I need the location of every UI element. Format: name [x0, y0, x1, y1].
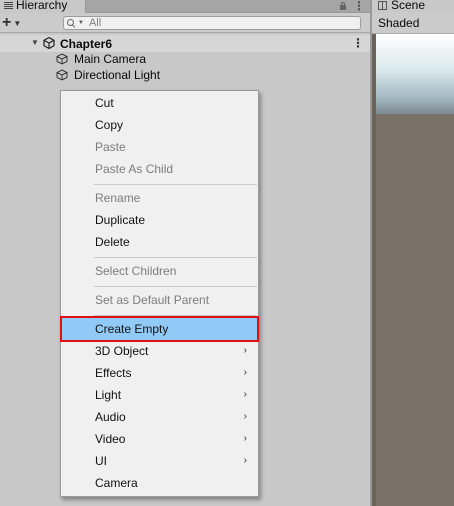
- menu-item-camera[interactable]: Camera: [62, 472, 257, 494]
- menu-item-duplicate[interactable]: Duplicate: [62, 209, 257, 231]
- lock-icon[interactable]: [339, 2, 347, 10]
- unity-scene-icon: [43, 37, 55, 49]
- menu-item-label: Paste: [95, 140, 126, 154]
- panel-menu-icon[interactable]: ⋮: [353, 0, 365, 12]
- menu-item-delete[interactable]: Delete: [62, 231, 257, 253]
- scene-panel: Scene Shaded: [372, 0, 454, 506]
- menu-item-label: Effects: [95, 366, 132, 380]
- foldout-arrow-icon[interactable]: ▼: [31, 38, 39, 47]
- chevron-down-icon: ▼: [13, 18, 22, 28]
- menu-separator: [94, 257, 257, 258]
- menu-item-paste-as-child[interactable]: Paste As Child: [62, 158, 257, 180]
- menu-item-label: Create Empty: [95, 322, 169, 336]
- scene-row[interactable]: ▼ Chapter6 ⋮: [0, 35, 370, 52]
- menu-separator: [94, 286, 257, 287]
- add-button[interactable]: + ▼: [2, 15, 28, 31]
- context-menu: Cut Copy Paste Paste As Child Rename Dup…: [60, 90, 259, 497]
- item-label: Main Camera: [74, 52, 147, 66]
- shading-mode-dropdown[interactable]: Shaded: [378, 16, 419, 30]
- menu-item-label: Camera: [95, 476, 138, 490]
- list-icon: [4, 1, 13, 9]
- hierarchy-tab-label: Hierarchy: [16, 0, 68, 12]
- menu-item-label: Audio: [95, 410, 126, 424]
- plus-icon: +: [2, 14, 12, 31]
- scene-toolbar: Shaded: [372, 13, 454, 34]
- chevron-right-icon: ›: [243, 345, 247, 356]
- menu-item-label: Delete: [95, 235, 130, 249]
- menu-item-select-children[interactable]: Select Children: [62, 260, 257, 282]
- scene-tab-bar: Scene: [372, 0, 454, 13]
- menu-item-effects[interactable]: Effects ›: [62, 362, 257, 384]
- menu-item-label: 3D Object: [95, 344, 149, 358]
- menu-item-label: Copy: [95, 118, 124, 132]
- hierarchy-toolbar: + ▼ ▼ All: [0, 13, 370, 33]
- hierarchy-item-directional-light[interactable]: Directional Light: [56, 67, 160, 83]
- menu-item-label: Video: [95, 432, 126, 446]
- item-label: Directional Light: [74, 68, 161, 82]
- menu-item-3d-object[interactable]: 3D Object ›: [62, 340, 257, 362]
- grid-icon: [378, 0, 387, 10]
- menu-item-label: Set as Default Parent: [95, 293, 210, 307]
- menu-item-label: Cut: [95, 96, 114, 110]
- menu-item-set-default-parent[interactable]: Set as Default Parent: [62, 289, 257, 311]
- hierarchy-tab-bar: Hierarchy ⋮: [0, 0, 370, 13]
- search-filter-caret-icon[interactable]: ▼: [78, 20, 84, 26]
- gameobject-cube-icon: [56, 53, 68, 65]
- scene-tab-label: Scene: [391, 0, 426, 12]
- chevron-right-icon: ›: [243, 433, 247, 444]
- menu-separator: [94, 315, 257, 316]
- menu-item-label: Paste As Child: [95, 162, 174, 176]
- chevron-right-icon: ›: [243, 367, 247, 378]
- scene-name: Chapter6: [60, 37, 113, 51]
- menu-item-copy[interactable]: Copy: [62, 114, 257, 136]
- menu-item-label: UI: [95, 454, 107, 468]
- scene-viewport[interactable]: [376, 34, 454, 114]
- search-icon: [67, 18, 76, 28]
- menu-item-ui[interactable]: UI ›: [62, 450, 257, 472]
- menu-item-rename[interactable]: Rename: [62, 187, 257, 209]
- menu-separator: [94, 184, 257, 185]
- gameobject-cube-icon: [56, 69, 68, 81]
- menu-item-label: Light: [95, 388, 122, 402]
- menu-item-label: Duplicate: [95, 213, 146, 227]
- scene-menu-icon[interactable]: ⋮: [352, 35, 364, 51]
- hierarchy-tab[interactable]: Hierarchy: [0, 0, 86, 13]
- chevron-right-icon: ›: [243, 455, 247, 466]
- chevron-right-icon: ›: [243, 389, 247, 400]
- hierarchy-item-main-camera[interactable]: Main Camera: [56, 51, 146, 67]
- search-input[interactable]: ▼ All: [63, 16, 361, 30]
- menu-item-audio[interactable]: Audio ›: [62, 406, 257, 428]
- chevron-right-icon: ›: [243, 411, 247, 422]
- menu-item-create-empty[interactable]: Create Empty: [60, 316, 259, 342]
- menu-item-label: Rename: [95, 191, 141, 205]
- tab-controls: ⋮: [339, 0, 365, 12]
- menu-item-paste[interactable]: Paste: [62, 136, 257, 158]
- menu-item-cut[interactable]: Cut: [62, 92, 257, 114]
- scene-tab[interactable]: Scene: [372, 0, 454, 13]
- menu-item-video[interactable]: Video ›: [62, 428, 257, 450]
- menu-item-light[interactable]: Light ›: [62, 384, 257, 406]
- search-placeholder: All: [88, 17, 102, 29]
- menu-item-label: Select Children: [95, 264, 177, 278]
